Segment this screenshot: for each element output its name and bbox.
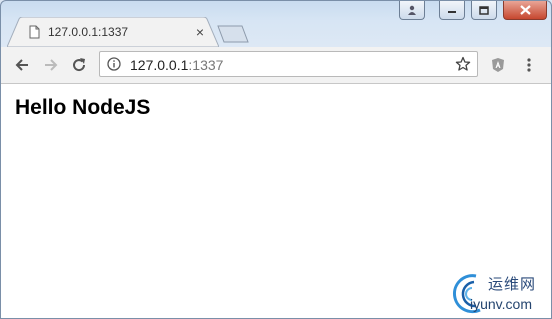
url-port: :1337 (188, 57, 224, 73)
forward-icon (45, 59, 58, 71)
profile-button[interactable] (399, 1, 425, 20)
address-bar[interactable]: 127.0.0.1:1337 (99, 51, 478, 77)
url-text[interactable]: 127.0.0.1:1337 (130, 57, 223, 73)
window-controls (399, 1, 547, 20)
active-tab[interactable]: 127.0.0.1:1337 × (29, 20, 207, 44)
maximize-icon (479, 5, 489, 15)
star-icon[interactable] (455, 56, 471, 72)
back-button[interactable] (12, 55, 32, 75)
minimize-button[interactable] (439, 1, 465, 20)
maximize-button[interactable] (471, 1, 497, 20)
minimize-icon (448, 11, 456, 13)
back-icon (15, 59, 28, 71)
tab-title: 127.0.0.1:1337 (48, 25, 129, 39)
reload-button[interactable] (69, 55, 89, 75)
toolbar: 127.0.0.1:1337 (1, 47, 551, 84)
watermark: 运维网 iyunv.com (446, 270, 550, 316)
url-host: 127.0.0.1 (130, 57, 189, 73)
extension-icon[interactable] (490, 57, 506, 73)
reload-icon (73, 58, 86, 72)
watermark-site: iyunv.com (470, 296, 532, 312)
tab-strip: 127.0.0.1:1337 × (1, 1, 551, 47)
page-heading: Hello NodeJS (15, 96, 151, 119)
watermark-brand: 运维网 (488, 276, 537, 293)
tab-close-button[interactable]: × (193, 24, 207, 40)
user-icon (408, 5, 416, 15)
close-icon (519, 5, 531, 15)
close-window-button[interactable] (503, 1, 547, 20)
new-tab-button[interactable] (217, 25, 249, 43)
menu-icon[interactable] (523, 57, 535, 73)
info-icon[interactable] (107, 57, 121, 71)
page-icon (29, 25, 40, 39)
forward-button[interactable] (41, 55, 61, 75)
